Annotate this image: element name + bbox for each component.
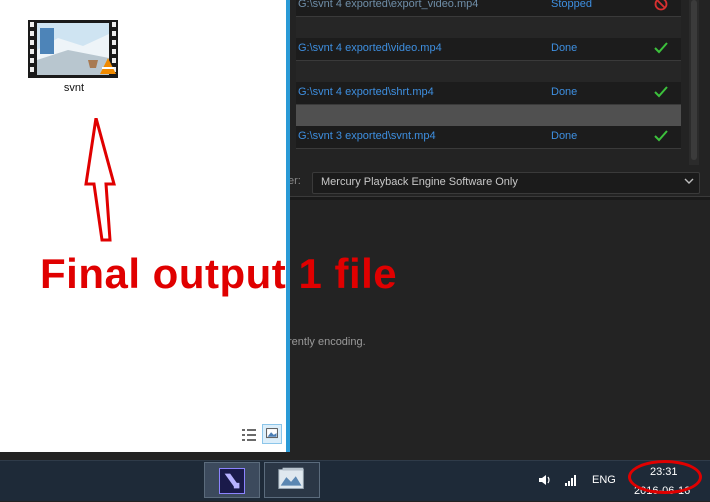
scrollbar-thumb[interactable] <box>691 0 697 160</box>
annotation-circle <box>628 460 702 494</box>
volume-icon[interactable] <box>538 473 552 487</box>
renderer-value: Mercury Playback Engine Software Only <box>321 176 518 188</box>
annotation-arrow <box>84 118 116 242</box>
queue-scrollbar[interactable] <box>689 0 699 165</box>
queue-status: Stopped <box>551 0 592 10</box>
checkmark-icon <box>654 86 668 98</box>
queue-row[interactable]: G:\svnt 4 exported\export_video.mp4 Stop… <box>296 0 681 17</box>
annotation-text: Final output 1 file <box>40 250 398 297</box>
encoding-status-text: rently encoding. <box>288 336 366 348</box>
queue-status: Done <box>551 130 578 142</box>
checkmark-icon <box>654 42 668 54</box>
queue-status: Done <box>551 42 578 54</box>
queue-group-row-selected[interactable] <box>296 105 681 128</box>
checkmark-icon <box>654 130 668 142</box>
large-icons-view-button[interactable] <box>262 424 282 444</box>
queue-row[interactable]: G:\svnt 4 exported\shrt.mp4 Done <box>296 82 681 105</box>
queue-group-row[interactable] <box>296 17 681 40</box>
output-file-path[interactable]: G:\svnt 4 exported\video.mp4 <box>298 42 442 54</box>
video-file-item[interactable]: svnt <box>22 18 126 98</box>
file-explorer-pane: svnt <box>0 0 290 452</box>
media-encoder-app-icon <box>219 468 245 494</box>
queue-status: Done <box>551 86 578 98</box>
queue-row[interactable]: G:\svnt 4 exported\video.mp4 Done <box>296 38 681 61</box>
details-view-icon[interactable] <box>240 426 258 444</box>
file-name-label: svnt <box>63 82 85 94</box>
language-indicator[interactable]: ENG <box>592 474 616 486</box>
taskbar-file-explorer-button[interactable] <box>264 462 320 498</box>
output-file-path[interactable]: G:\svnt 4 exported\shrt.mp4 <box>298 86 434 98</box>
queue-row[interactable]: G:\svnt 3 exported\svnt.mp4 Done <box>296 126 681 149</box>
large-icons-view-icon <box>266 428 278 439</box>
taskbar: ENG 23:31 2016-06-16 <box>0 460 710 501</box>
taskbar-media-encoder-button[interactable] <box>204 462 260 498</box>
renderer-dropdown[interactable]: Mercury Playback Engine Software Only <box>312 172 700 194</box>
stop-icon <box>654 0 668 11</box>
encoder-panel: G:\svnt 4 exported\export_video.mp4 Stop… <box>280 0 710 460</box>
network-signal-icon[interactable] <box>564 473 578 487</box>
chevron-down-icon <box>684 178 694 184</box>
queue-group-row[interactable] <box>296 61 681 84</box>
output-file-path[interactable]: G:\svnt 4 exported\export_video.mp4 <box>298 0 478 10</box>
output-file-path[interactable]: G:\svnt 3 exported\svnt.mp4 <box>298 130 436 142</box>
video-thumbnail-icon <box>28 20 118 78</box>
panel-divider[interactable] <box>280 196 710 200</box>
file-explorer-app-icon <box>278 467 304 489</box>
